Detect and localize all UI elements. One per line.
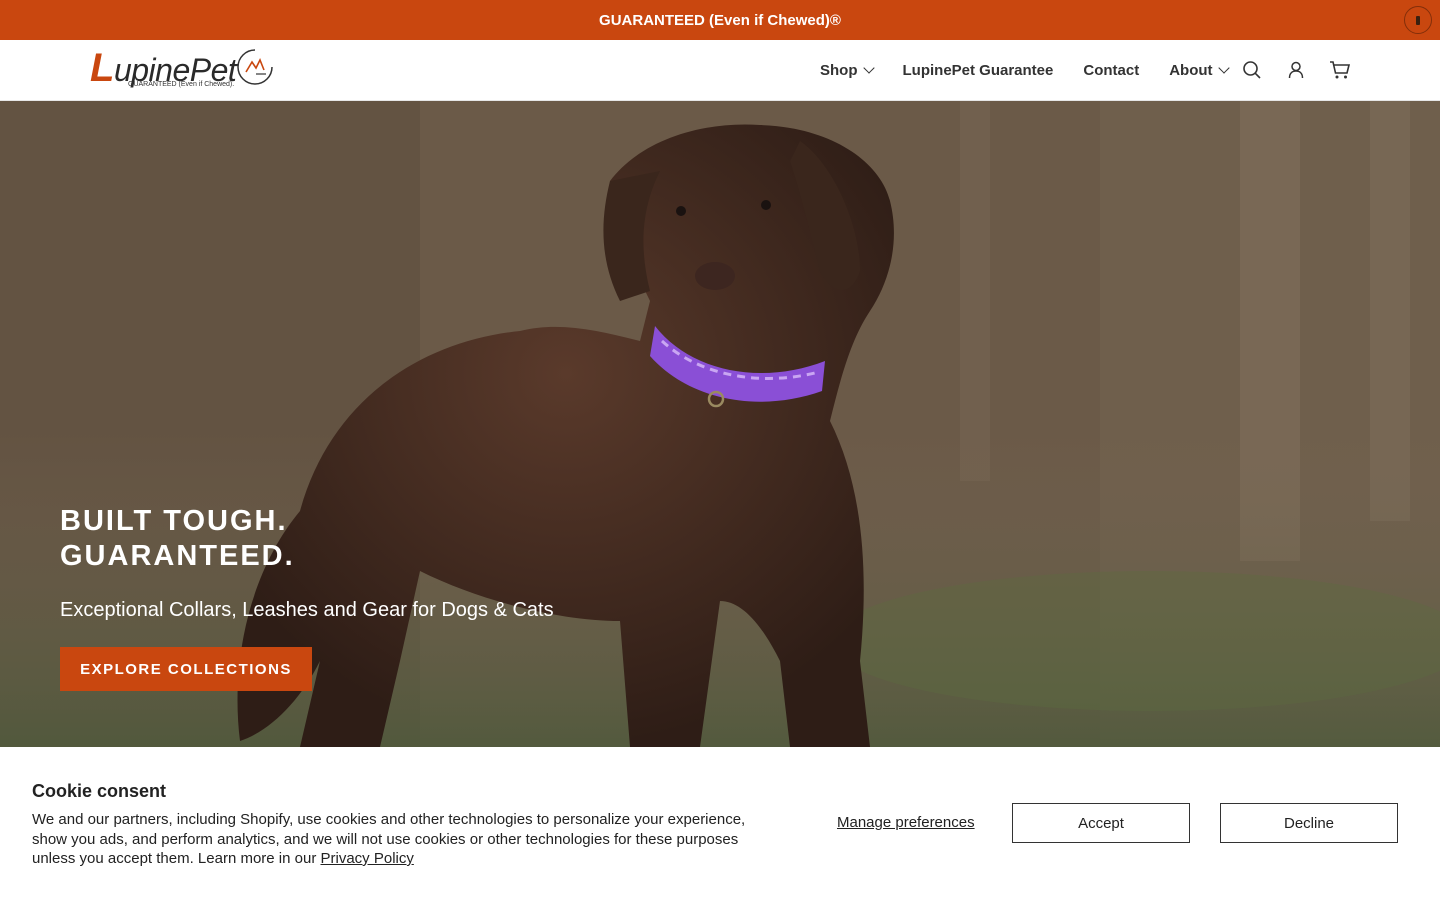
nav-item-guarantee[interactable]: LupinePet Guarantee	[903, 62, 1054, 79]
nav-item-contact[interactable]: Contact	[1083, 62, 1139, 79]
nav-label: LupinePet Guarantee	[902, 61, 1054, 79]
pause-icon	[1416, 15, 1420, 25]
hero-title-line2: GUARANTEED.	[60, 540, 295, 572]
account-icon	[1288, 61, 1304, 79]
nav-label: Shop	[820, 61, 858, 79]
header-icons	[1238, 56, 1370, 84]
hero-title-line1: BUILT TOUGH.	[60, 505, 288, 537]
cookie-title: Cookie consent	[32, 781, 167, 801]
nav-label: About	[1169, 61, 1213, 79]
manage-preferences-link[interactable]: Manage preferences	[837, 814, 975, 831]
hero-title: BUILT TOUGH. GUARANTEED.	[60, 504, 295, 574]
search-icon	[1243, 61, 1261, 79]
logo-tagline: GUARANTEED (Even if Chewed).	[128, 81, 235, 88]
accept-button[interactable]: Accept	[1012, 803, 1190, 843]
hero-banner: BUILT TOUGH. GUARANTEED. Exceptional Col…	[0, 101, 1440, 747]
cookie-description: We and our partners, including Shopify, …	[32, 810, 762, 869]
chevron-down-icon	[862, 62, 875, 74]
hero-subtitle: Exceptional Collars, Leashes and Gear fo…	[60, 599, 554, 621]
logo[interactable]: LupinePet GUARANTEED (Even if Chewed).	[90, 46, 280, 94]
cart-button[interactable]	[1326, 56, 1354, 84]
decline-button[interactable]: Decline	[1220, 803, 1398, 843]
announcement-bar: GUARANTEED (Even if Chewed)®	[0, 0, 1440, 40]
announcement-text: GUARANTEED (Even if Chewed)®	[599, 11, 841, 29]
search-button[interactable]	[1238, 56, 1266, 84]
pause-button[interactable]	[1404, 6, 1432, 34]
logo-dog-cat-icon	[237, 49, 273, 85]
privacy-policy-link[interactable]: Privacy Policy	[321, 850, 414, 867]
site-header: LupinePet GUARANTEED (Even if Chewed). S…	[0, 40, 1440, 101]
cart-icon	[1330, 61, 1351, 79]
main-nav: Shop LupinePet Guarantee Contact About	[820, 40, 1258, 100]
chevron-down-icon	[1217, 62, 1230, 74]
nav-label: Contact	[1083, 61, 1140, 79]
cookie-consent-banner: Cookie consent We and our partners, incl…	[0, 747, 1440, 900]
account-button[interactable]	[1282, 56, 1310, 84]
nav-item-about[interactable]: About	[1169, 61, 1230, 79]
explore-collections-button[interactable]: EXPLORE COLLECTIONS	[60, 647, 312, 691]
nav-item-shop[interactable]: Shop	[820, 61, 875, 79]
